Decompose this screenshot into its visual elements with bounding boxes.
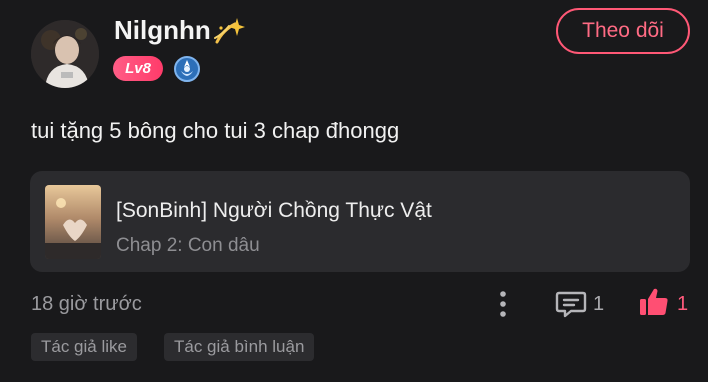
thumbs-up-icon[interactable] <box>638 286 670 318</box>
username[interactable]: Nilgnhn <box>114 15 245 46</box>
rank-badge-icon <box>173 55 201 83</box>
story-title[interactable]: [SonBinh] Người Chồng Thực Vật <box>116 199 432 223</box>
story-thumbnail <box>45 185 101 259</box>
post-text: tui tặng 5 bông cho tui 3 chap đhongg <box>31 118 400 143</box>
tag-author-like: Tác giả like <box>31 333 137 361</box>
avatar[interactable] <box>31 20 99 88</box>
like-count: 1 <box>677 293 689 315</box>
post-timestamp: 18 giờ trước <box>31 293 142 315</box>
comment-count: 1 <box>593 293 605 315</box>
follow-button[interactable]: Theo dõi <box>556 8 690 54</box>
sparkle-icon <box>213 16 245 46</box>
story-card[interactable]: [SonBinh] Người Chồng Thực Vật Chap 2: C… <box>30 171 690 272</box>
comment-icon[interactable] <box>555 289 587 319</box>
level-badge: Lv8 <box>113 56 163 81</box>
username-text[interactable]: Nilgnhn <box>114 15 211 46</box>
more-vertical-icon[interactable] <box>496 289 510 319</box>
tag-author-comment: Tác giả bình luận <box>164 333 315 361</box>
story-chapter[interactable]: Chap 2: Con dâu <box>116 235 260 257</box>
